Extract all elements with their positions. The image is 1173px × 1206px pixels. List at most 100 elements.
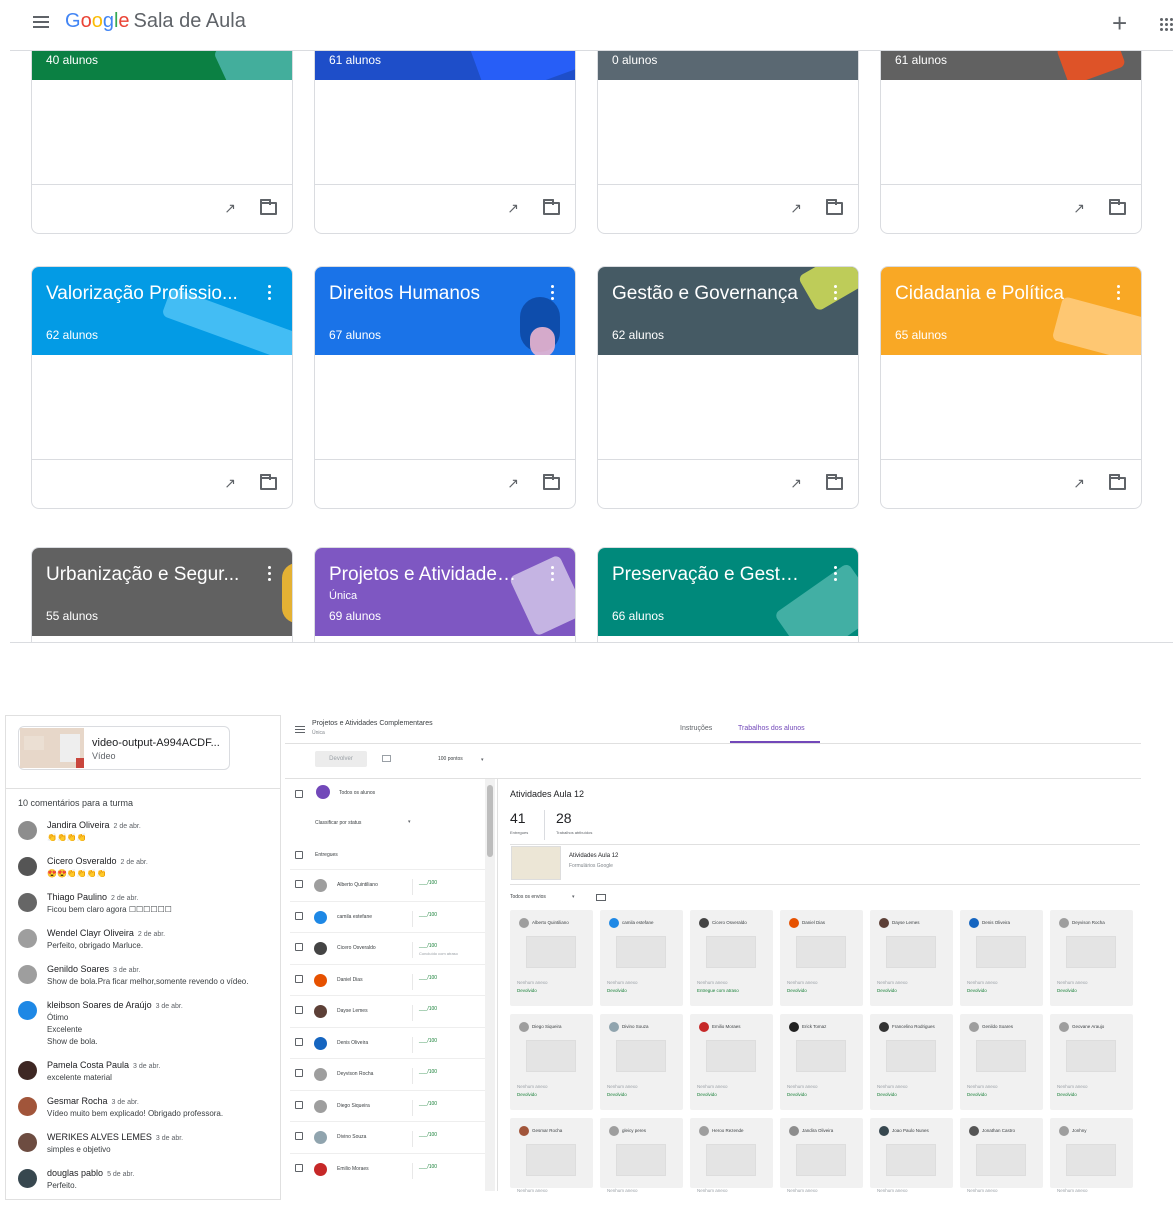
- grade-value[interactable]: ___/100: [419, 1006, 437, 1012]
- more-options-icon[interactable]: [1117, 285, 1121, 301]
- chevron-down-icon[interactable]: ▾: [408, 819, 411, 825]
- card-header[interactable]: 61 alunos: [315, 51, 575, 80]
- trending-icon[interactable]: ↗: [1073, 475, 1085, 492]
- student-name[interactable]: Geovane Araujo: [1072, 1023, 1130, 1030]
- student-name[interactable]: Jonathan Castro: [982, 1127, 1040, 1134]
- tab-instructions[interactable]: Instruções: [680, 725, 712, 732]
- student-name[interactable]: Francelino Rodrigues: [892, 1023, 950, 1030]
- student-submission-tile[interactable]: Deyvison Rocha Nenhum anexo Devolvido: [1050, 910, 1133, 1006]
- more-options-icon[interactable]: [268, 285, 272, 301]
- card-header[interactable]: Direitos Humanos 67 alunos: [315, 267, 575, 355]
- class-title[interactable]: Valorização Profissio...: [46, 283, 238, 305]
- student-name[interactable]: gleicy peres: [622, 1127, 680, 1134]
- folder-icon[interactable]: [826, 474, 843, 490]
- student-name[interactable]: Deyvison Rocha: [1072, 919, 1130, 926]
- student-row[interactable]: Divino Souza ___/100: [290, 1121, 486, 1153]
- student-submission-tile[interactable]: Dayse Lemes Nenhum anexo Devolvido: [870, 910, 953, 1006]
- all-students-label[interactable]: Todos os alunos: [339, 790, 375, 796]
- class-title[interactable]: Direitos Humanos: [329, 283, 480, 305]
- class-title[interactable]: Preservação e Gestã...: [612, 564, 802, 586]
- google-apps-icon[interactable]: [1160, 18, 1173, 32]
- class-title[interactable]: Projetos e Atividades ...: [329, 564, 519, 586]
- trending-icon[interactable]: ↗: [790, 475, 802, 492]
- form-thumbnail[interactable]: [511, 846, 561, 880]
- student-name[interactable]: Cicero Osveraldo: [337, 945, 376, 951]
- folder-icon[interactable]: [1109, 474, 1126, 490]
- grade-field[interactable]: ___/100: [412, 1036, 482, 1053]
- student-name[interactable]: camila estefane: [337, 914, 372, 920]
- student-submission-tile[interactable]: Diego Siqueira Nenhum anexo Devolvido: [510, 1014, 593, 1110]
- student-name[interactable]: Joao Paulo Nunes: [892, 1127, 950, 1134]
- class-card[interactable]: Projetos e Atividades ... Única 69 aluno…: [314, 547, 576, 643]
- folder-icon[interactable]: [260, 199, 277, 215]
- student-submission-tile[interactable]: Divino Souza Nenhum anexo Devolvido: [600, 1014, 683, 1110]
- student-name[interactable]: camila estefane: [622, 919, 680, 926]
- class-title[interactable]: Gestão e Governança: [612, 283, 798, 305]
- grade-value[interactable]: ___/100: [419, 880, 437, 886]
- student-name[interactable]: Genildo Soares: [982, 1023, 1040, 1030]
- more-options-icon[interactable]: [551, 285, 555, 301]
- student-row[interactable]: Daniel Dias ___/100: [290, 963, 486, 996]
- class-card[interactable]: 40 alunos ↗: [31, 51, 293, 234]
- folder-icon[interactable]: [260, 474, 277, 490]
- more-options-icon[interactable]: [551, 566, 555, 582]
- trending-icon[interactable]: ↗: [507, 475, 519, 492]
- attachment-name[interactable]: video-output-A994ACDF...: [92, 737, 220, 749]
- scrollbar[interactable]: [487, 785, 493, 857]
- student-submission-tile[interactable]: Geovane Araujo Nenhum anexo Devolvido: [1050, 1014, 1133, 1110]
- student-name[interactable]: Denis Oliveira: [982, 919, 1040, 926]
- student-name[interactable]: Daniel Dias: [337, 977, 363, 983]
- student-name[interactable]: Gesmar Rocha: [532, 1127, 590, 1134]
- student-row[interactable]: Cicero Osveraldo ___/100 Concluído com atr…: [290, 932, 486, 964]
- grade-field[interactable]: ___/100: [412, 1099, 482, 1116]
- student-name[interactable]: Denis Oliveira: [337, 1040, 368, 1046]
- student-name[interactable]: Jandira Oliveira: [802, 1127, 860, 1134]
- more-options-icon[interactable]: [834, 566, 838, 582]
- return-button[interactable]: Devolver: [315, 751, 367, 767]
- class-card[interactable]: Preservação e Gestã... 66 alunos: [597, 547, 859, 643]
- student-submission-tile[interactable]: Emilio Moraes Nenhum anexo Devolvido: [690, 1014, 773, 1110]
- app-logo[interactable]: Google Sala de Aula: [65, 10, 246, 33]
- student-name[interactable]: Daniel Dias: [802, 919, 860, 926]
- trending-icon[interactable]: ↗: [1073, 200, 1085, 217]
- class-card[interactable]: Gestão e Governança 62 alunos ↗: [597, 266, 859, 509]
- comment-count[interactable]: 10 comentários para a turma: [18, 798, 133, 808]
- class-card[interactable]: Valorização Profissio... 62 alunos ↗: [31, 266, 293, 509]
- class-card[interactable]: Cidadania e Política 65 alunos ↗: [880, 266, 1142, 509]
- main-menu-icon[interactable]: [30, 13, 52, 35]
- grade-field[interactable]: ___/100: [412, 973, 482, 990]
- student-submission-tile[interactable]: Gesmar Rocha Nenhum anexo: [510, 1118, 593, 1193]
- student-submission-tile[interactable]: Joao Paulo Nunes Nenhum anexo: [870, 1118, 953, 1193]
- student-submission-tile[interactable]: Jonathan Castro Nenhum anexo: [960, 1118, 1043, 1193]
- class-card[interactable]: Direitos Humanos 67 alunos ↗: [314, 266, 576, 509]
- student-submission-tile[interactable]: Genildo Soares Nenhum anexo Devolvido: [960, 1014, 1043, 1110]
- points-select[interactable]: 100 pontos: [438, 756, 463, 762]
- card-header[interactable]: 61 alunos: [881, 51, 1141, 80]
- folder-icon[interactable]: [543, 199, 560, 215]
- student-row[interactable]: Dayse Lemes ___/100: [290, 995, 486, 1027]
- student-submission-tile[interactable]: Erick Tomaz Nenhum anexo Devolvido: [780, 1014, 863, 1110]
- student-name[interactable]: Jonhny: [1072, 1127, 1130, 1134]
- folder-icon[interactable]: [543, 474, 560, 490]
- student-submission-tile[interactable]: Alberto Quintiliano Nenhum anexo Devolvido: [510, 910, 593, 1006]
- chevron-down-icon[interactable]: ▾: [481, 757, 484, 763]
- grade-value[interactable]: ___/100: [419, 943, 437, 949]
- class-title[interactable]: Cidadania e Política: [895, 283, 1064, 305]
- grade-value[interactable]: ___/100: [419, 1069, 437, 1075]
- grade-value[interactable]: ___/100: [419, 1132, 437, 1138]
- student-name[interactable]: Cicero Osveraldo: [712, 919, 770, 926]
- tab-student-work[interactable]: Trabalhos dos alunos: [738, 725, 805, 732]
- student-submission-tile[interactable]: Jandira Oliveira Nenhum anexo: [780, 1118, 863, 1193]
- student-name[interactable]: Emilio Moraes: [337, 1166, 369, 1172]
- card-header[interactable]: Urbanização e Segur... 55 alunos: [32, 548, 292, 636]
- student-name[interactable]: Erick Tomaz: [802, 1023, 860, 1030]
- class-card[interactable]: Urbanização e Segur... 55 alunos: [31, 547, 293, 643]
- student-name[interactable]: Deyvison Rocha: [337, 1071, 373, 1077]
- student-name[interactable]: Divino Souza: [337, 1134, 366, 1140]
- grade-field[interactable]: ___/100: [412, 1131, 482, 1147]
- grade-value[interactable]: ___/100: [419, 975, 437, 981]
- student-row[interactable]: Diego Siqueira ___/100: [290, 1089, 486, 1122]
- student-row[interactable]: Deyvison Rocha ___/100: [290, 1058, 486, 1090]
- class-card[interactable]: 61 alunos ↗: [880, 51, 1142, 234]
- student-name[interactable]: Dayse Lemes: [337, 1008, 368, 1014]
